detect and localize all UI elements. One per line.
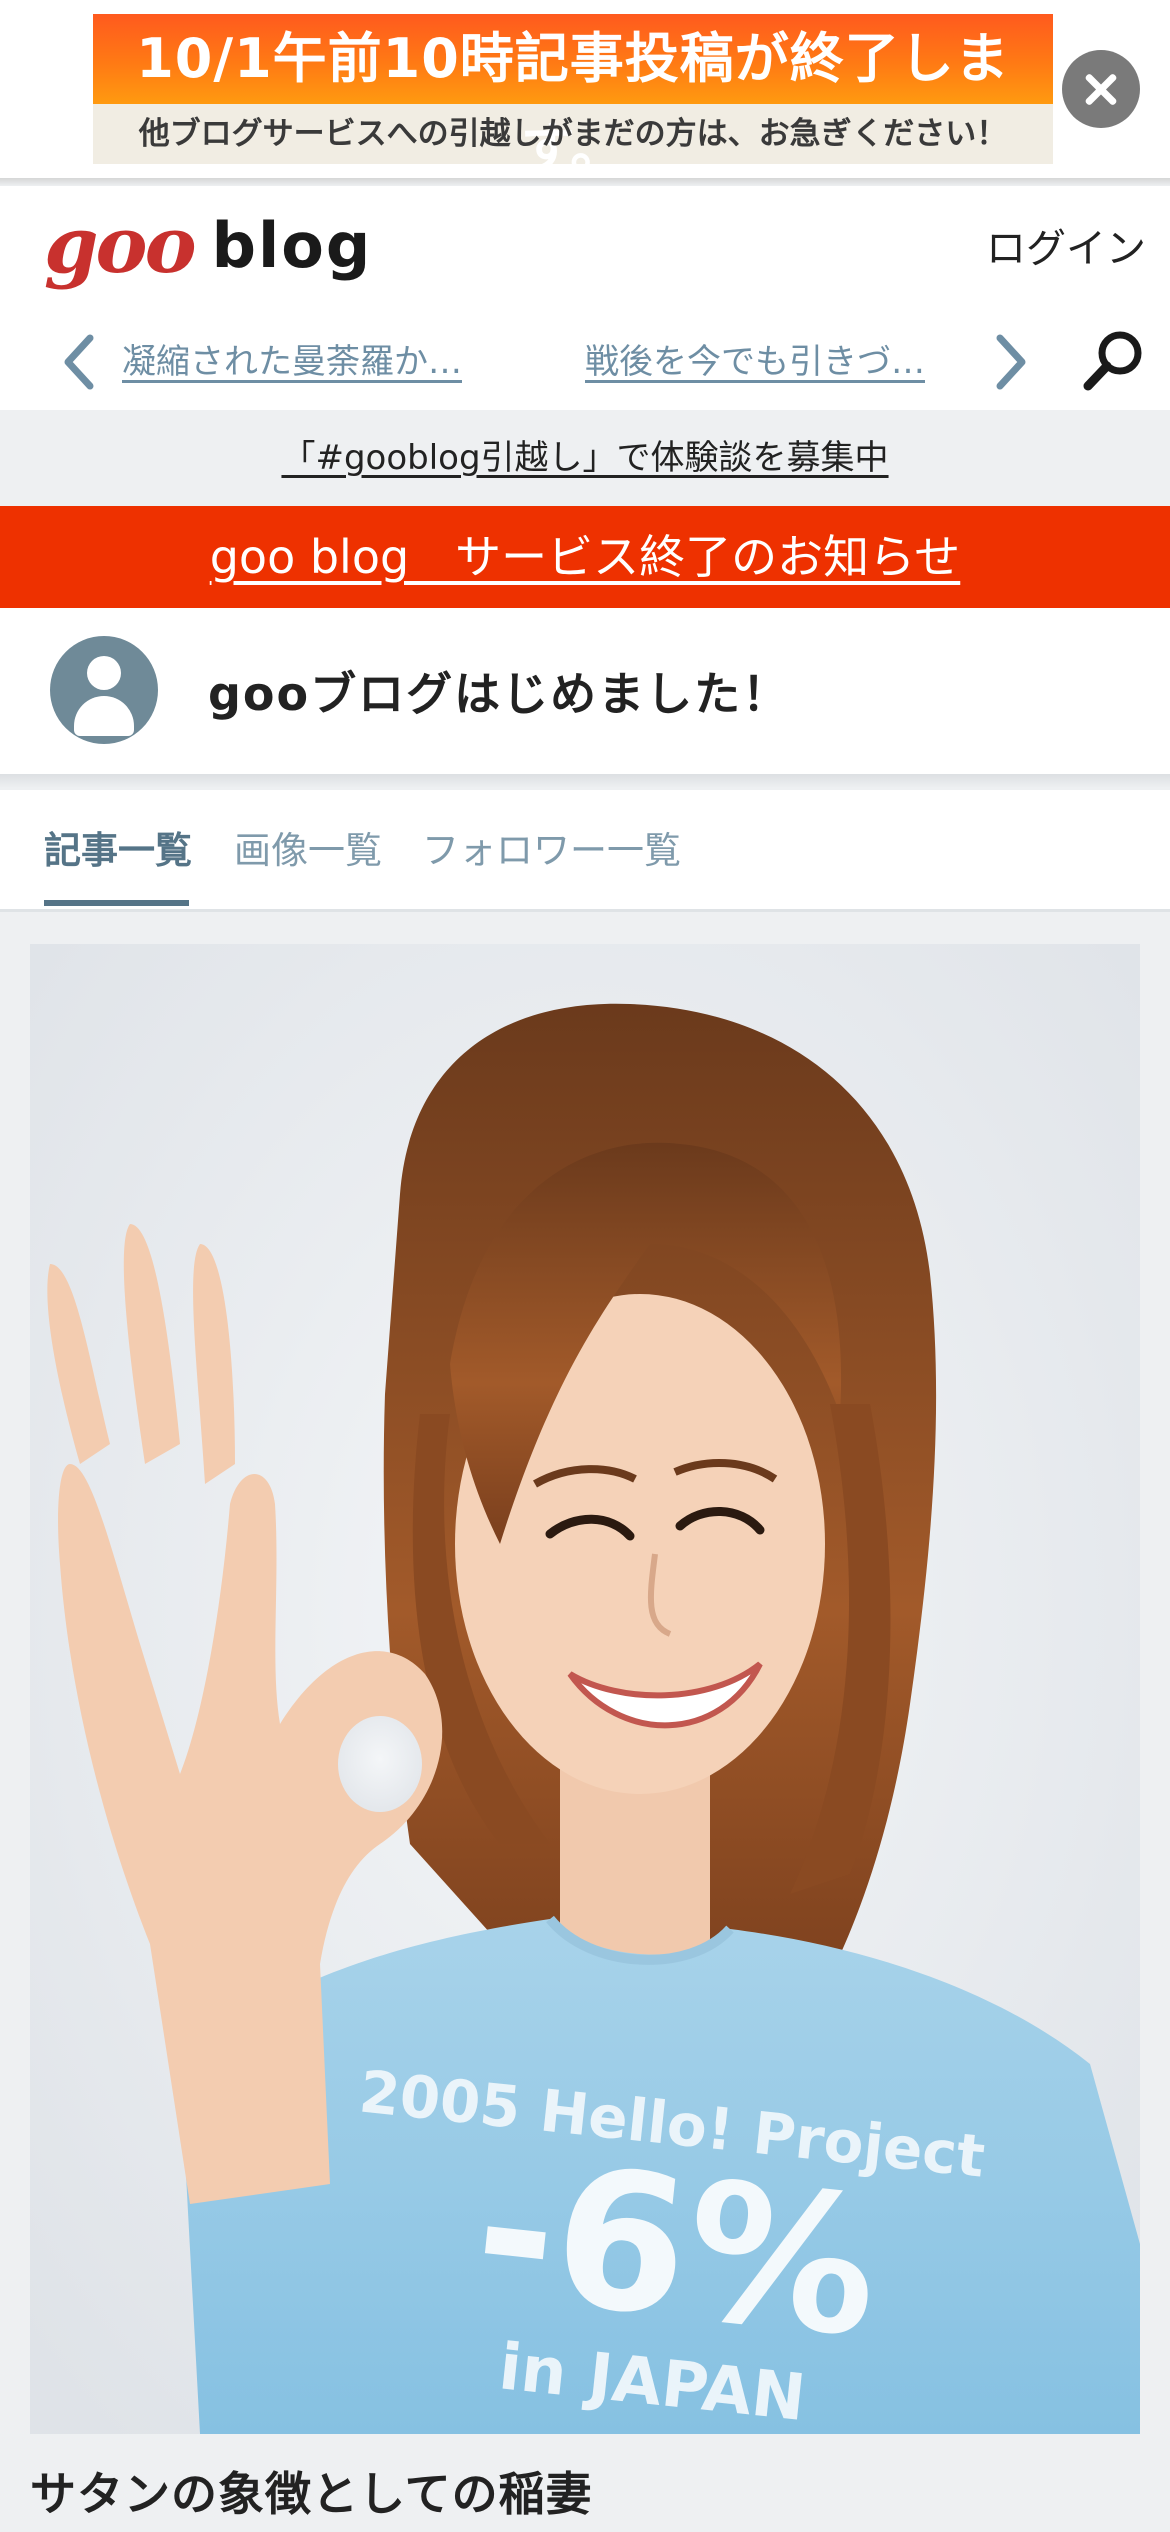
ad-banner[interactable]: 10/1午前10時記事投稿が終了します。 他ブログサービスへの引越しがまだの方は… <box>93 14 1053 180</box>
search-icon[interactable] <box>1082 328 1146 392</box>
article-photo: 2005 Hello! Project -6% in JAPAN <box>30 944 1140 2434</box>
login-link[interactable]: ログイン <box>986 216 1146 274</box>
chevron-left-icon[interactable] <box>60 332 100 392</box>
notice-link[interactable]: 「#gooblog引越し」で体験談を募集中 <box>281 438 888 478</box>
avatar-head <box>87 656 121 690</box>
ad-bar: 10/1午前10時記事投稿が終了します。 他ブログサービスへの引越しがまだの方は… <box>0 0 1170 180</box>
tab-followers[interactable]: フォロワー一覧 <box>422 820 681 874</box>
logo-goo: goo <box>44 200 197 291</box>
blog-profile: gooブログはじめました！ <box>0 608 1170 774</box>
prev-article-link[interactable]: 凝縮された曼荼羅か… <box>122 334 462 383</box>
active-tab-indicator <box>44 900 189 906</box>
blog-tabs: 記事一覧 画像一覧 フォロワー一覧 <box>0 790 1170 912</box>
next-article-link[interactable]: 戦後を今でも引きづ… <box>585 334 925 383</box>
article-nav: 凝縮された曼荼羅か… 戦後を今でも引きづ… <box>0 314 1170 410</box>
avatar-body <box>74 696 134 736</box>
close-icon[interactable] <box>1062 50 1140 128</box>
moving-campaign-notice[interactable]: 「#gooblog引越し」で体験談を募集中 <box>0 410 1170 506</box>
profile-divider <box>0 774 1170 788</box>
ad-headline: 10/1午前10時記事投稿が終了します。 <box>93 14 1053 180</box>
avatar[interactable] <box>50 636 158 744</box>
blog-title[interactable]: gooブログはじめました！ <box>208 658 790 724</box>
tab-images[interactable]: 画像一覧 <box>234 820 382 874</box>
site-header: goo blog ログイン 凝縮された曼荼羅か… 戦後を今でも引きづ… <box>0 186 1170 410</box>
article-thumbnail[interactable]: 2005 Hello! Project -6% in JAPAN <box>30 944 1140 2434</box>
service-end-link[interactable]: goo blog サービス終了のお知らせ <box>210 530 961 584</box>
logo-blog: blog <box>211 209 373 282</box>
ad-divider <box>0 178 1170 186</box>
tab-articles[interactable]: 記事一覧 <box>44 820 192 874</box>
service-end-banner[interactable]: goo blog サービス終了のお知らせ <box>0 506 1170 608</box>
chevron-right-icon[interactable] <box>990 332 1030 392</box>
article-title[interactable]: サタンの象徴としての稲妻 <box>30 2458 593 2524</box>
ad-subline: 他ブログサービスへの引越しがまだの方は、お急ぎください！ <box>93 104 1053 164</box>
goo-blog-logo[interactable]: goo blog <box>44 206 372 286</box>
